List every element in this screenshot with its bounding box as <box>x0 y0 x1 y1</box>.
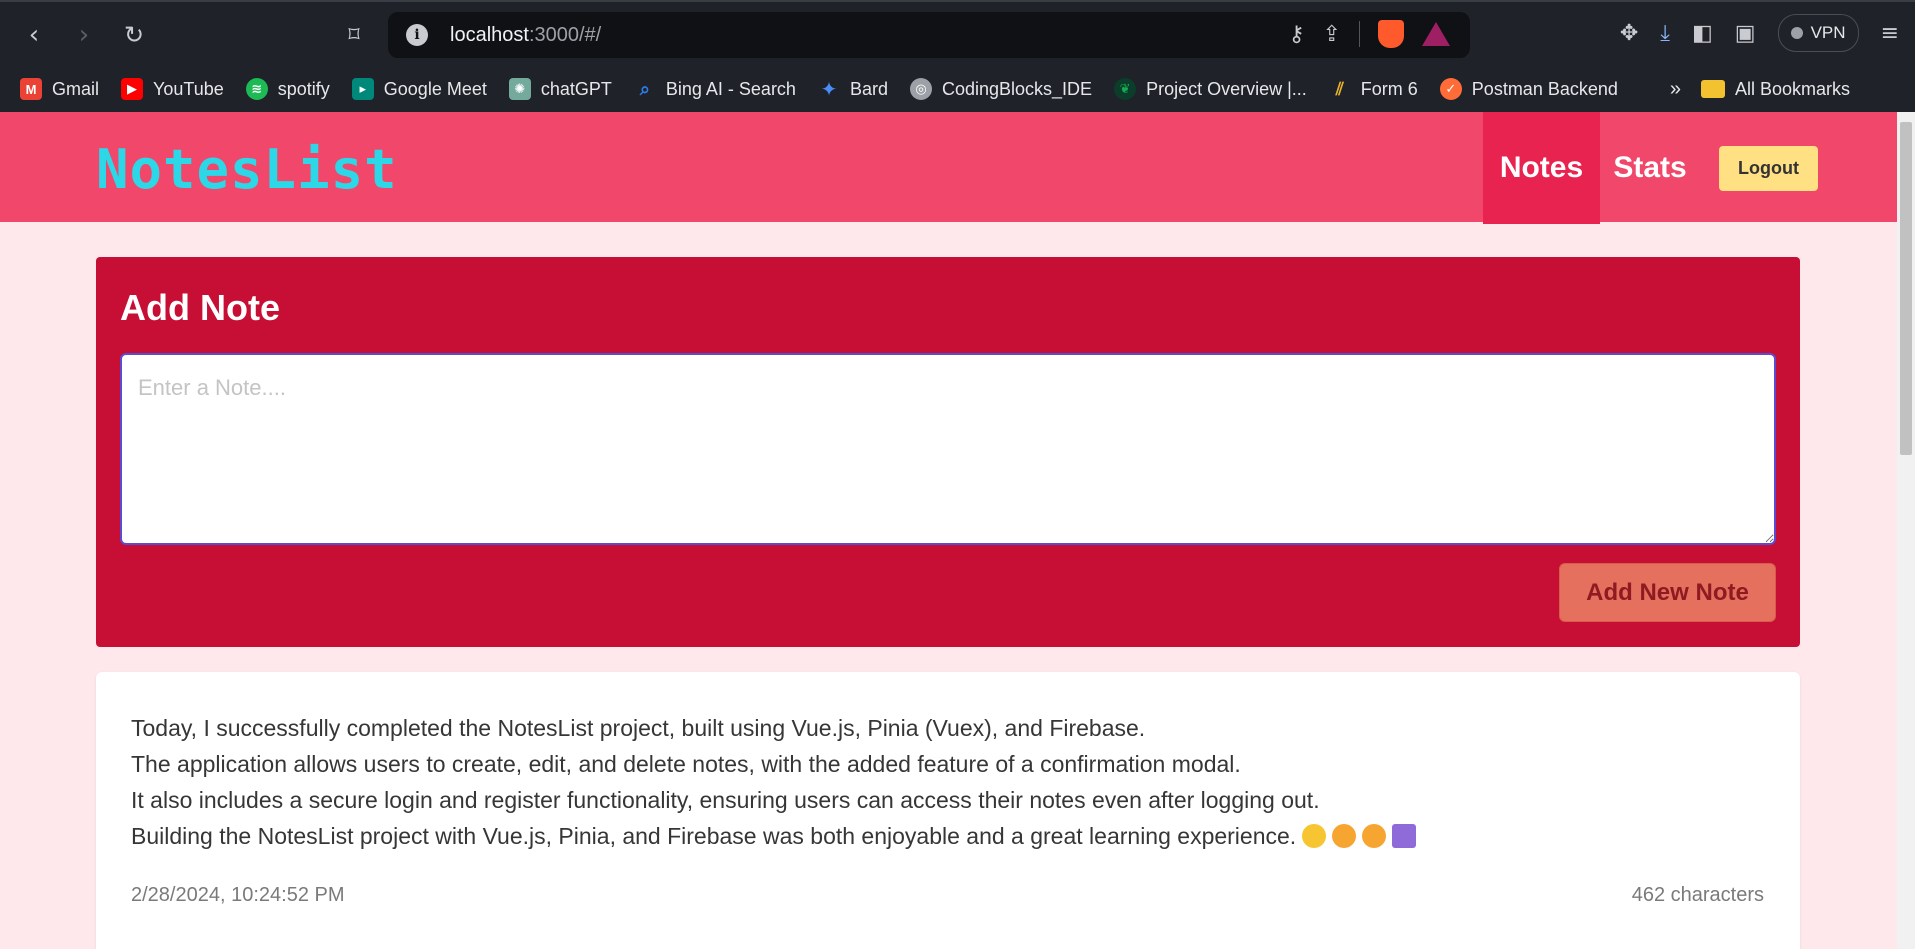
app-navbar: NotesList Notes Stats Logout <box>0 112 1897 224</box>
more-bookmarks-button[interactable]: » <box>1670 78 1681 101</box>
bookmarks-bar: M Gmail ▶ YouTube ≋ spotify ▸ Google Meet ✺ c… <box>0 66 1915 112</box>
back-button[interactable]: ‹ <box>14 15 54 55</box>
note-line: Today, I successfully completed the Note… <box>131 715 1146 741</box>
bookmark-label: Project Overview |... <box>1146 78 1307 99</box>
all-bookmarks-button[interactable]: All Bookmarks <box>1701 79 1850 100</box>
bookmark-codingblocks[interactable]: ◎ CodingBlocks_IDE <box>909 78 1093 100</box>
bookmark-label: Postman Backend <box>1471 78 1618 99</box>
browser-toolbar: ‹ › ↻ ⌑ i localhost:3000/#/ ⚷ ⇪ ✥ ⤓ ◧ ▣ … <box>0 0 1915 66</box>
note-input[interactable] <box>120 353 1776 545</box>
bookmark-spotify[interactable]: ≋ spotify <box>245 78 330 100</box>
partying-face-emoji-icon <box>1362 824 1387 848</box>
bookmark-postman[interactable]: ✓ Postman Backend <box>1439 78 1618 100</box>
bard-icon: ✦ <box>820 78 838 101</box>
add-note-title: Add Note <box>120 287 280 328</box>
bookmark-label: Bing AI - Search <box>665 78 796 99</box>
bookmark-label: Gmail <box>52 78 100 99</box>
note-line: The application allows users to create, … <box>131 751 1241 777</box>
sidebar-icon[interactable]: ◧ <box>1692 21 1713 46</box>
form-icon: ⫽ <box>1335 78 1344 99</box>
partying-face-emoji-icon <box>1332 824 1357 848</box>
reload-button[interactable]: ↻ <box>114 15 154 55</box>
bookmark-label: Bard <box>849 78 888 99</box>
folder-icon <box>1701 80 1726 98</box>
note-character-count: 462 characters <box>1631 884 1764 906</box>
brave-shields-icon[interactable] <box>1378 20 1404 48</box>
bookmark-label: Google Meet <box>383 78 487 99</box>
gmail-icon: M <box>20 78 42 100</box>
bookmark-label: CodingBlocks_IDE <box>941 78 1093 99</box>
note-content: Today, I successfully completed the Note… <box>131 710 1731 854</box>
google-meet-icon: ▸ <box>351 78 374 100</box>
bookmark-gmail[interactable]: M Gmail <box>20 78 99 100</box>
nav-notes-link[interactable]: Notes <box>1483 112 1600 224</box>
bookmark-bing-ai[interactable]: ⌕ Bing AI - Search <box>634 78 796 100</box>
download-icon[interactable]: ⤓ <box>1660 21 1670 46</box>
note-line: Building the NotesList project with Vue.… <box>131 823 1297 849</box>
bookmark-label: spotify <box>277 78 330 99</box>
youtube-icon: ▶ <box>121 78 144 100</box>
mongodb-icon: ❦ <box>1114 78 1137 100</box>
note-line-last: Building the NotesList project with Vue.… <box>131 818 1731 854</box>
page-scrollbar[interactable] <box>1897 112 1915 949</box>
spotify-icon: ≋ <box>245 78 268 100</box>
forward-button[interactable]: › <box>64 15 104 55</box>
postman-icon: ✓ <box>1439 78 1462 100</box>
bookmark-project-overview[interactable]: ❦ Project Overview |... <box>1114 78 1307 100</box>
address-bar[interactable]: i localhost:3000/#/ ⚷ ⇪ <box>388 12 1470 58</box>
note-card: Today, I successfully completed the Note… <box>96 672 1800 949</box>
party-popper-emoji-icon <box>1392 824 1417 848</box>
add-note-card: Add Note Add New Note <box>96 257 1800 647</box>
bookmark-chatgpt[interactable]: ✺ chatGPT <box>508 78 612 100</box>
vpn-status-icon <box>1790 27 1803 39</box>
add-new-note-button[interactable]: Add New Note <box>1559 563 1776 622</box>
chatgpt-icon: ✺ <box>508 78 531 100</box>
search-icon: ⌕ <box>639 78 650 99</box>
smiling-face-emoji-icon <box>1302 824 1327 848</box>
note-line: It also includes a secure login and regi… <box>131 787 1320 813</box>
app-logo[interactable]: NotesList <box>96 138 398 201</box>
wallet-icon[interactable]: ▣ <box>1735 21 1756 46</box>
url-divider <box>1359 21 1360 47</box>
extensions-icon[interactable]: ✥ <box>1620 21 1638 46</box>
vpn-button[interactable]: VPN <box>1777 14 1859 52</box>
menu-icon[interactable]: ≡ <box>1881 21 1899 46</box>
bookmark-google-meet[interactable]: ▸ Google Meet <box>351 78 487 100</box>
url-path: :3000/#/ <box>528 23 602 46</box>
bookmark-bard[interactable]: ✦ Bard <box>818 78 888 101</box>
key-icon[interactable]: ⚷ <box>1288 22 1304 47</box>
bookmark-label: chatGPT <box>540 78 612 99</box>
nav-stats-link[interactable]: Stats <box>1600 112 1700 224</box>
globe-icon: ◎ <box>909 78 932 100</box>
url-host: localhost <box>450 23 529 46</box>
brave-rewards-icon[interactable] <box>1422 22 1450 46</box>
site-info-icon[interactable]: i <box>406 24 428 46</box>
all-bookmarks-label: All Bookmarks <box>1735 78 1851 99</box>
scrollbar-thumb[interactable] <box>1900 122 1912 455</box>
note-date: 2/28/2024, 10:24:52 PM <box>131 884 345 906</box>
bookmark-label: YouTube <box>153 78 224 99</box>
share-icon[interactable]: ⇪ <box>1323 22 1341 47</box>
bookmark-page-icon[interactable]: ⌑ <box>334 15 374 55</box>
bookmark-youtube[interactable]: ▶ YouTube <box>121 78 224 100</box>
logout-button[interactable]: Logout <box>1719 146 1818 191</box>
bookmark-label: Form 6 <box>1360 78 1418 99</box>
bookmark-form6[interactable]: ⫽ Form 6 <box>1329 78 1418 100</box>
vpn-label: VPN <box>1810 23 1846 42</box>
